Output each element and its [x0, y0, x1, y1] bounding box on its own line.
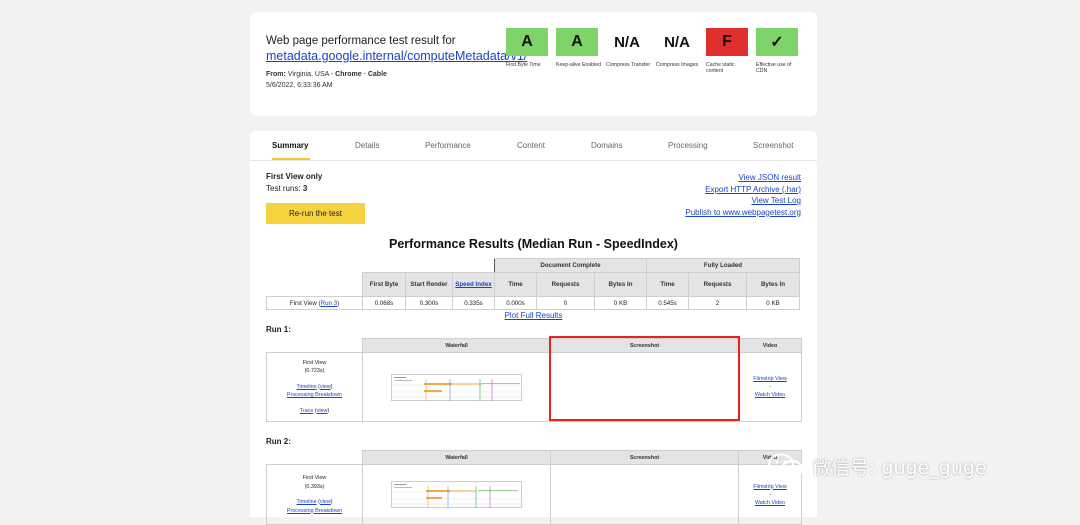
run-1-first-view: First View (0.723s) Timeline (view) Proc… — [266, 352, 363, 422]
grade-compress-transfer[interactable]: N/A Compress Transfer — [606, 28, 650, 74]
test-date: 5/6/2022, 6:33:36 AM — [266, 82, 333, 89]
grade-summary: A First Byte Time A Keep-alive Enabled N… — [506, 28, 798, 74]
tab-domains[interactable]: Domains — [591, 141, 623, 150]
waterfall-thumbnail[interactable] — [391, 481, 523, 508]
run-1-video-cell: Filmstrip View - Watch Video — [738, 352, 802, 422]
document-complete-header: Document Complete — [494, 258, 647, 273]
run-2-first-view: First View (0.393s) Timeline (view) Proc… — [266, 464, 363, 525]
run-2-waterfall-header: Waterfall — [362, 450, 551, 465]
trace-view-link[interactable]: view — [317, 408, 328, 414]
col-doc-time: Time — [494, 272, 537, 297]
run-2-table: Waterfall Screenshot Video First View (0… — [266, 450, 802, 525]
watermark-text: 微信号: guge_guge — [812, 456, 987, 479]
timeline-link[interactable]: Timeline — [296, 384, 316, 390]
test-location: From: Virginia, USA - Chrome - Cable — [266, 71, 387, 78]
run-2-screenshot-cell[interactable] — [550, 464, 739, 525]
run-2-label: Run 2: — [266, 437, 291, 446]
publish-link[interactable]: Publish to www.webpagetest.org — [685, 208, 801, 217]
col-doc-requests: Requests — [536, 272, 595, 297]
performance-table: Document Complete Fully Loaded First Byt… — [266, 258, 800, 310]
result-tabs: Summary Details Performance Content Doma… — [250, 131, 817, 161]
timeline-view-link[interactable]: view — [320, 384, 331, 390]
watch-video-link[interactable]: Watch Video — [755, 500, 785, 506]
col-speed-index: Speed Index — [452, 272, 495, 297]
tested-url-link[interactable]: metadata.google.internal/computeMetadata… — [266, 49, 527, 63]
watch-video-link[interactable]: Watch Video — [755, 392, 785, 398]
tab-summary[interactable]: Summary — [272, 141, 308, 150]
highlight-box — [549, 336, 740, 421]
col-doc-bytes: Bytes In — [594, 272, 647, 297]
result-links: View JSON result Export HTTP Archive (.h… — [685, 172, 801, 218]
tab-screenshot[interactable]: Screenshot — [753, 141, 793, 150]
table-row: First View (Run 3) 0.068s 0.300s 0.335s … — [266, 296, 800, 310]
col-full-requests: Requests — [688, 272, 747, 297]
grade-cache-static[interactable]: F Cache static content — [706, 28, 748, 74]
row-label: First View (Run 3) — [266, 296, 363, 310]
page-title: Web page performance test result for — [266, 35, 456, 47]
filmstrip-view-link[interactable]: Filmstrip View — [753, 376, 786, 382]
grade-compress-images[interactable]: N/A Compress Images — [656, 28, 698, 74]
waterfall-chart-icon — [392, 376, 523, 401]
active-tab-indicator — [272, 158, 310, 160]
grade-cdn[interactable]: ✓ Effective use of CDN — [756, 28, 798, 74]
run-1-waterfall-header: Waterfall — [362, 338, 551, 353]
col-full-bytes: Bytes In — [746, 272, 800, 297]
test-runs: Test runs: 3 — [266, 184, 308, 193]
timeline-view-link[interactable]: view — [320, 499, 331, 505]
filmstrip-view-link[interactable]: Filmstrip View — [753, 484, 786, 490]
checkmark-icon: ✓ — [756, 28, 798, 56]
waterfall-thumbnail[interactable] — [391, 373, 523, 401]
trace-link[interactable]: Trace — [300, 408, 314, 414]
tab-details[interactable]: Details — [355, 141, 379, 150]
run-3-link[interactable]: Run 3 — [321, 300, 338, 307]
export-har-link[interactable]: Export HTTP Archive (.har) — [705, 185, 801, 194]
processing-breakdown-link[interactable]: Processing Breakdown — [287, 508, 342, 514]
run-1-label: Run 1: — [266, 325, 291, 334]
timeline-link[interactable]: Timeline — [296, 499, 316, 505]
results-card: Summary Details Performance Content Doma… — [250, 131, 817, 525]
grade-first-byte[interactable]: A First Byte Time — [506, 28, 548, 74]
col-start-render: Start Render — [405, 272, 453, 297]
performance-results-title: Performance Results (Median Run - SpeedI… — [389, 237, 678, 251]
rerun-test-button[interactable]: Re-run the test — [266, 203, 365, 224]
result-header-card: Web page performance test result for met… — [250, 12, 817, 116]
view-test-log-link[interactable]: View Test Log — [751, 196, 801, 205]
col-full-time: Time — [646, 272, 689, 297]
view-json-link[interactable]: View JSON result — [738, 173, 801, 182]
wechat-icon — [768, 453, 803, 478]
plot-full-results-link[interactable]: Plot Full Results — [250, 311, 817, 320]
first-view-only-label: First View only — [266, 172, 323, 181]
run-2-waterfall-cell[interactable] — [362, 464, 551, 525]
tab-processing[interactable]: Processing — [668, 141, 708, 150]
col-first-byte: First Byte — [362, 272, 406, 297]
watermark: 微信号: guge_guge — [766, 452, 987, 480]
tab-performance[interactable]: Performance — [425, 141, 471, 150]
waterfall-chart-icon — [392, 484, 523, 508]
processing-breakdown-link[interactable]: Processing Breakdown — [287, 392, 342, 398]
run-1-waterfall-cell[interactable] — [362, 352, 551, 422]
run-1-video-header: Video — [738, 338, 802, 353]
fully-loaded-header: Fully Loaded — [646, 258, 800, 273]
grade-keep-alive[interactable]: A Keep-alive Enabled — [556, 28, 601, 74]
tab-content[interactable]: Content — [517, 141, 545, 150]
run-2-screenshot-header: Screenshot — [550, 450, 739, 465]
